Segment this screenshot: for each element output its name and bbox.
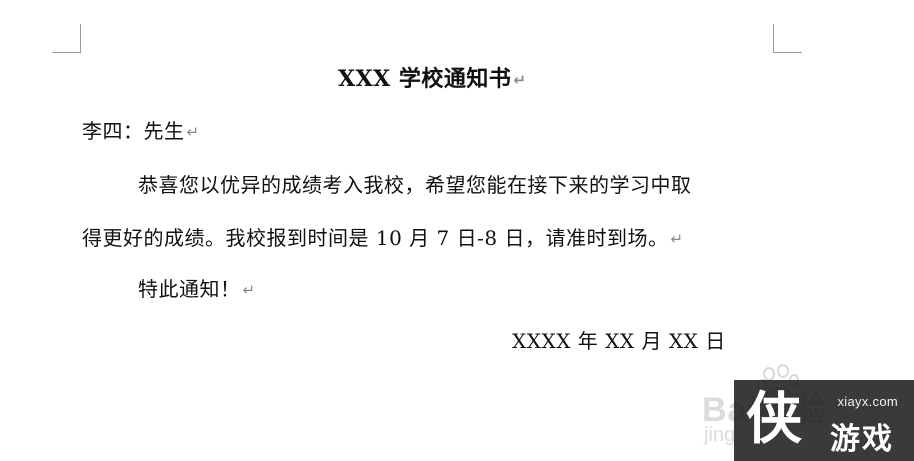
date-text: XXXX 年 XX 月 XX 日 <box>512 329 726 353</box>
closing-text: 特此通知！ <box>138 277 241 301</box>
salutation: 李四：先生 <box>82 119 185 143</box>
logo-name: 游戏 <box>830 422 894 457</box>
document-title: XXX 学校通知书 <box>338 66 512 92</box>
date-line[interactable]: XXXX 年 XX 月 XX 日 <box>512 328 726 354</box>
body-text-line-2: 得更好的成绩。我校报到时间是 10 月 7 日-8 日，请准时到场。 <box>82 226 669 250</box>
logo-url: xiayx.com <box>837 394 898 409</box>
closing-line[interactable]: 特此通知！ ↵ <box>138 276 256 303</box>
logo-character: 侠 <box>746 386 802 452</box>
page-corner-mark-top-left <box>52 24 81 53</box>
body-paragraph-line-1[interactable]: 恭喜您以优异的成绩考入我校，希望您能在接下来的学习中取 <box>138 172 692 198</box>
page-corner-mark-top-right <box>773 24 802 53</box>
paragraph-mark-icon: ↵ <box>670 230 684 248</box>
paragraph-mark-icon: ↵ <box>513 71 527 89</box>
salutation-line[interactable]: 李四：先生 ↵ <box>82 118 200 145</box>
paragraph-mark-icon: ↵ <box>242 281 256 299</box>
document-title-line[interactable]: XXX 学校通知书 ↵ <box>338 66 526 93</box>
paragraph-mark-icon: ↵ <box>186 123 200 141</box>
site-logo[interactable]: 侠 xiayx.com 游戏 <box>734 380 914 461</box>
body-paragraph-line-2[interactable]: 得更好的成绩。我校报到时间是 10 月 7 日-8 日，请准时到场。 ↵ <box>82 225 684 252</box>
document-page: XXX 学校通知书 ↵ 李四：先生 ↵ 恭喜您以优异的成绩考入我校，希望您能在接下来… <box>0 0 914 461</box>
baidu-jingyan-text: jing <box>704 424 736 446</box>
body-text-line-1: 恭喜您以优异的成绩考入我校，希望您能在接下来的学习中取 <box>138 173 692 197</box>
